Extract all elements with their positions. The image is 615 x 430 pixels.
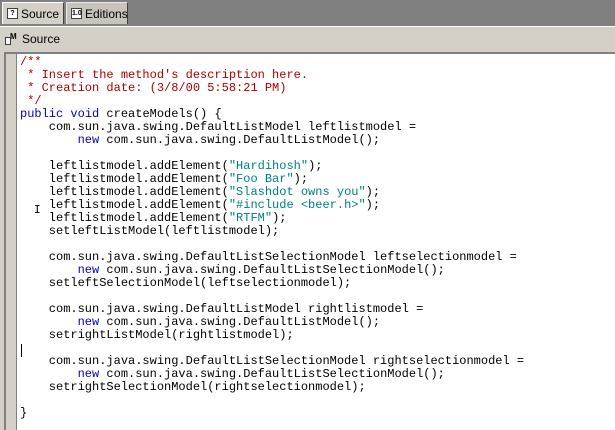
code-token: ); <box>365 185 381 199</box>
code-token: com.sun.java.swing.DefaultListModel(); <box>99 133 381 147</box>
code-token: com.sun.java.swing.DefaultListModel left… <box>20 120 417 134</box>
keyword-token: void <box>70 107 100 121</box>
panel-title: M Source <box>5 32 60 46</box>
code-token: com.sun.java.swing.DefaultListModel righ… <box>20 302 424 316</box>
tab-editions[interactable]: 1.0 Editions <box>66 2 128 24</box>
code-token: setleftSelectionModel(leftselectionmodel… <box>20 276 352 290</box>
string-token: "Foo Bar" <box>228 172 294 186</box>
code-line[interactable]: } <box>20 407 524 420</box>
code-token: ); <box>308 159 323 173</box>
source-panel-icon: M <box>5 32 19 46</box>
keyword-token: new <box>77 367 100 381</box>
comment-token: * Insert the method's description here. <box>20 68 309 82</box>
tab-editions-label: Editions <box>85 6 128 21</box>
code-token: com.sun.java.swing.DefaultListSelectionM… <box>20 250 517 264</box>
code-token: com.sun.java.swing.DefaultListSelectionM… <box>99 263 445 277</box>
code-line[interactable]: setrightSelectionModel(rightselectionmod… <box>20 381 524 394</box>
keyword-token: new <box>77 263 100 277</box>
code-line[interactable]: setleftSelectionModel(leftselectionmodel… <box>20 277 524 290</box>
keyword-token: new <box>77 133 100 147</box>
tab-source-label: Source <box>21 6 60 21</box>
code-token: setrightListModel(rightlistmodel); <box>20 328 294 342</box>
code-token: ); <box>365 198 381 212</box>
source-tab-icon: ? <box>7 8 18 19</box>
tab-strip: ? Source 1.0 Editions <box>0 0 615 26</box>
code-token: createModels() { <box>99 107 222 121</box>
panel-title-label: Source <box>22 32 61 46</box>
comment-token: /** <box>20 55 42 69</box>
code-token: leftlistmodel.addElement( <box>20 211 229 225</box>
code-editor[interactable]: /** * Insert the method's description he… <box>4 52 615 430</box>
comment-token: * Creation date: (3/8/00 5:58:21 PM) <box>20 81 287 95</box>
code-token: setrightSelectionModel(rightselectionmod… <box>20 380 366 394</box>
code-token: com.sun.java.swing.DefaultListSelectionM… <box>99 367 445 381</box>
code-line[interactable]: * Creation date: (3/8/00 5:58:21 PM) <box>20 82 524 95</box>
string-token: "#include <beer.h>" <box>228 198 366 212</box>
editions-tab-icon: 1.0 <box>71 8 82 19</box>
code-token: leftlistmodel.addElement( <box>20 198 229 212</box>
ibeam-cursor-icon: I <box>34 203 41 216</box>
code-token: leftlistmodel.addElement( <box>20 185 229 199</box>
code-line[interactable]: new com.sun.java.swing.DefaultListModel(… <box>20 134 524 147</box>
code-token: setleftListModel(leftlistmodel); <box>20 224 280 238</box>
keyword-token: new <box>77 315 100 329</box>
keyword-token: public <box>20 107 64 121</box>
code-line[interactable] <box>20 394 524 407</box>
code-line[interactable]: setrightListModel(rightlistmodel); <box>20 329 524 342</box>
tab-source[interactable]: ? Source <box>2 2 64 24</box>
string-token: "Hardihosh" <box>228 159 309 173</box>
code-token: leftlistmodel.addElement( <box>20 159 229 173</box>
code-token: ); <box>272 211 287 225</box>
string-token: "RTFM" <box>228 211 273 225</box>
text-caret <box>21 344 22 357</box>
code-area[interactable]: /** * Insert the method's description he… <box>20 56 524 420</box>
code-token: leftlistmodel.addElement( <box>20 172 229 186</box>
code-line[interactable]: setleftListModel(leftlistmodel); <box>20 225 524 238</box>
comment-token: */ <box>20 94 42 108</box>
string-token: "Slashdot owns you" <box>228 185 366 199</box>
code-token: ); <box>293 172 309 186</box>
code-token: com.sun.java.swing.DefaultListSelectionM… <box>20 354 525 368</box>
code-token: com.sun.java.swing.DefaultListModel(); <box>99 315 381 329</box>
source-panel-header: M Source <box>0 26 615 52</box>
editor-gutter <box>6 54 17 430</box>
code-token: } <box>20 406 28 420</box>
